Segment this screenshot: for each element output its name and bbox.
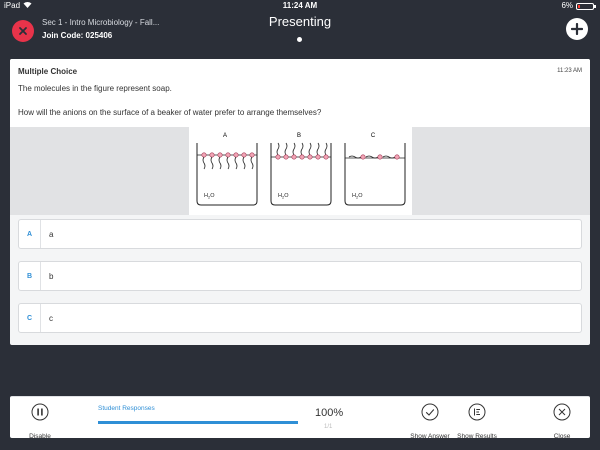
beaker-label-b: B	[297, 133, 301, 139]
answer-text: b	[49, 271, 54, 281]
answer-option-a[interactable]: A a	[18, 219, 582, 249]
student-responses-label: Student Responses	[98, 405, 155, 412]
beaker-label-c: C	[371, 133, 376, 139]
disable-label: Disable	[29, 433, 51, 440]
question-header: Multiple Choice 11:23 AM The molecules i…	[10, 59, 590, 215]
show-results-label: Show Results	[457, 433, 497, 440]
question-text-line1: The molecules in the figure represent so…	[18, 84, 172, 93]
app-header: Sec 1 - Intro Microbiology - Fall... Joi…	[0, 12, 600, 56]
add-button[interactable]	[566, 18, 588, 40]
disable-button[interactable]: Disable	[10, 403, 70, 440]
question-type: Multiple Choice	[18, 67, 78, 76]
responses-progress-track	[98, 421, 298, 424]
page-indicator-dot	[297, 37, 302, 42]
battery-icon	[576, 2, 596, 10]
question-text-line2: How will the anions on the surface of a …	[18, 108, 322, 117]
responses-fraction: 1/1	[324, 424, 333, 430]
soap-figure: A B C H2O H2O H2O	[189, 127, 412, 215]
bottom-toolbar: Disable Student Responses 100% 1/1 Show …	[10, 396, 592, 440]
status-time: 11:24 AM	[282, 1, 318, 10]
page-title: Presenting	[268, 14, 332, 29]
answer-text: c	[49, 313, 53, 323]
close-button[interactable]: Close	[532, 403, 592, 440]
responses-percent: 100%	[315, 407, 344, 419]
svg-text:H2O: H2O	[278, 193, 289, 200]
close-circle-icon	[553, 403, 571, 421]
responses-progress-fill	[98, 421, 298, 424]
plus-icon	[571, 23, 583, 35]
beaker-b-molecules	[275, 142, 329, 160]
svg-text:H2O: H2O	[352, 193, 363, 200]
answer-letter: C	[19, 304, 41, 332]
pause-icon	[31, 403, 49, 421]
beaker-c-molecules	[348, 154, 400, 160]
results-list-icon	[468, 403, 486, 421]
answer-text: a	[49, 229, 54, 239]
answer-option-b[interactable]: B b	[18, 261, 582, 291]
student-responses: Student Responses	[98, 405, 298, 424]
join-code: Join Code: 025406	[42, 31, 113, 40]
svg-text:H2O: H2O	[204, 193, 215, 200]
status-right: 6%	[561, 0, 596, 12]
figure-area: A B C H2O H2O H2O	[10, 127, 590, 215]
question-timestamp: 11:23 AM	[557, 68, 582, 74]
beaker-a-molecules	[201, 152, 255, 170]
checkmark-icon	[421, 403, 439, 421]
close-label: Close	[553, 433, 571, 440]
answer-option-c[interactable]: C c	[18, 303, 582, 333]
soap-figure-svg: A B C H2O H2O H2O	[196, 133, 406, 206]
question-card: Multiple Choice 11:23 AM The molecules i…	[10, 59, 590, 345]
answer-letter: A	[19, 220, 41, 248]
answer-list: A a B b C c	[10, 215, 590, 345]
battery-percent: 6%	[561, 1, 573, 10]
answer-letter: B	[19, 262, 41, 290]
beaker-label-a: A	[223, 133, 227, 139]
status-bar: iPad 11:24 AM 6%	[0, 0, 600, 12]
show-results-button[interactable]: Show Results	[447, 403, 507, 440]
